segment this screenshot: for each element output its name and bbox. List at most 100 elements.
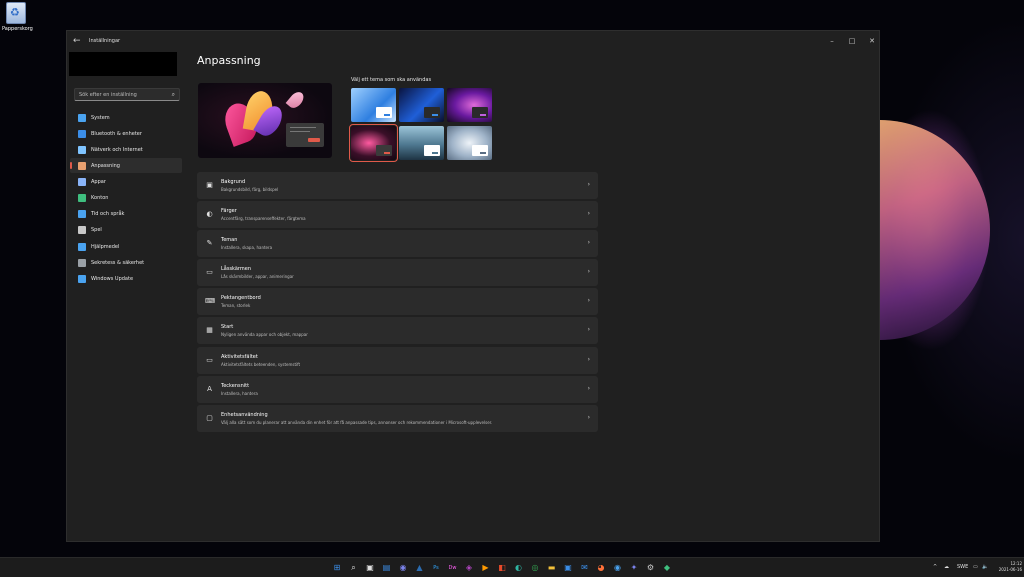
dreamweaver-icon[interactable]: Dw [448, 563, 458, 573]
chevron-right-icon: › [587, 326, 590, 334]
chevron-right-icon: › [587, 297, 590, 305]
office-icon[interactable]: ◧ [497, 563, 507, 573]
preview-dialog-line [290, 127, 316, 128]
back-arrow-icon[interactable]: ← [73, 36, 81, 46]
theme-mini-button [480, 152, 486, 154]
app-icon-3[interactable]: ▶ [481, 563, 491, 573]
app-icon-1[interactable]: ▲ [415, 563, 425, 573]
app-icon-5[interactable]: ◆ [662, 563, 672, 573]
wifi-icon [78, 145, 86, 154]
shield-icon [78, 258, 86, 267]
sidebar-item-sekretess-säkerhet[interactable]: Sekretess & säkerhet [70, 255, 182, 270]
chevron-right-icon: › [587, 239, 590, 247]
network-icon[interactable]: ▭ [973, 564, 978, 570]
sidebar-item-anpassning[interactable]: Anpassning [70, 158, 182, 174]
settings-row-title: Färger [221, 208, 237, 215]
photoshop-icon[interactable]: Ps [431, 563, 441, 573]
app-icon-2[interactable]: ◈ [464, 563, 474, 573]
globe-clock-icon [78, 210, 86, 219]
accessibility-icon [78, 242, 86, 251]
theme-preview [198, 83, 332, 158]
settings-row-bakgrund[interactable]: ▣ Bakgrund Bakgrundsbild, färg, bildspel › [197, 172, 598, 199]
account-icon [78, 194, 86, 203]
firefox-icon[interactable]: ◕ [596, 563, 606, 573]
volume-icon[interactable]: 🔈 [982, 564, 988, 570]
theme-windows-dark[interactable] [399, 88, 444, 122]
tray-chevron-icon[interactable]: ^ [933, 564, 937, 570]
theme-mini-button [432, 114, 438, 116]
sidebar-item-tid-och-språk[interactable]: Tid och språk [70, 207, 182, 222]
task-view-icon[interactable]: ▣ [365, 563, 375, 573]
settings-row-teckensnitt[interactable]: A Teckensnitt Installera, hantera › [197, 375, 598, 403]
chat-icon[interactable]: ◉ [398, 563, 408, 573]
desktop-recycle-bin[interactable]: Papperskorg [2, 2, 33, 32]
search-icon[interactable]: ⌕ [349, 563, 359, 573]
theme-mini-button [480, 114, 486, 116]
sidebar-item-hjälpmedel[interactable]: Hjälpmedel [70, 239, 182, 254]
settings-row-teman[interactable]: ✎ Teman Installera, skapa, hantera › [197, 230, 598, 258]
maximize-button[interactable]: □ [843, 35, 861, 47]
sidebar-item-label: Windows Update [91, 275, 134, 282]
clock[interactable]: 12:12 2021-06-16 [992, 561, 1022, 573]
sidebar-item-konton[interactable]: Konton [70, 191, 182, 206]
file-explorer-icon[interactable]: ▬ [547, 563, 557, 573]
taskbar: ⊞ ⌕ ▣ ▤ ◉ ▲ Ps Dw ◈ ▶ ◧ ◐ ◎ ▬ ▣ ✉ ◕ ◉ ✦ ⚙ ◆ ^ ☁ SWE ▭ 🔈 12:1… [0, 557, 1024, 577]
widgets-icon[interactable]: ▤ [382, 563, 392, 573]
sidebar-item-system[interactable]: System [70, 110, 182, 125]
language-indicator[interactable]: SWE [957, 564, 968, 570]
settings-row-pektangentbord[interactable]: ⌨ Pektangentbord Teman, storlek › [197, 288, 598, 316]
settings-row-title: Teckensnitt [221, 382, 250, 389]
settings-row-aktivitetsfältet[interactable]: ▭ Aktivitetsfältet Aktivitetsfältets betee… [197, 346, 598, 374]
theme-mini-button [432, 152, 438, 154]
start-icon[interactable]: ⊞ [332, 563, 342, 573]
search-icon[interactable]: ⌕ [172, 91, 175, 99]
sidebar-item-label: Bluetooth & enheter [91, 130, 142, 137]
settings-icon[interactable]: ⚙ [646, 563, 656, 573]
theme-mini-window [424, 107, 440, 118]
sidebar-item-label: System [91, 114, 110, 121]
settings-row-låsskärmen[interactable]: ▭ Låsskärmen Lås skärmbilder, appar, anime… [197, 259, 598, 287]
recycle-bin-label: Papperskorg [2, 26, 33, 32]
settings-row-title: Enhetsanvändning [221, 411, 268, 418]
minimize-button[interactable]: – [823, 35, 841, 47]
search-box[interactable]: ⌕ [74, 88, 180, 101]
close-button[interactable]: ✕ [863, 35, 881, 47]
font-icon: A [207, 384, 212, 393]
user-profile-block[interactable] [69, 52, 177, 76]
teams-icon[interactable]: ✦ [629, 563, 639, 573]
sidebar-item-appar[interactable]: Appar [70, 175, 182, 190]
title-bar[interactable]: ← Inställningar – □ ✕ [67, 31, 879, 53]
search-input[interactable] [79, 91, 167, 99]
theme-mini-window [376, 107, 392, 118]
store-icon[interactable]: ▣ [563, 563, 573, 573]
monitor-icon [78, 113, 86, 122]
theme-sunrise[interactable] [399, 126, 444, 160]
preview-dialog [286, 123, 324, 147]
chrome-icon[interactable]: ◎ [530, 563, 540, 573]
theme-captured-motion[interactable] [349, 124, 398, 162]
sidebar-item-label: Sekretess & säkerhet [91, 259, 145, 266]
weather-icon[interactable]: ☁ [944, 564, 949, 570]
device-usage-icon: ▢ [206, 413, 213, 422]
settings-row-subtitle: Aktivitetsfältets beteenden, systemstift [221, 361, 301, 367]
theme-flow[interactable] [447, 126, 492, 160]
settings-row-subtitle: Välj alla sätt som du planerar att använ… [221, 419, 493, 425]
theme-mini-button [384, 152, 390, 154]
settings-row-title: Pektangentbord [221, 295, 261, 302]
settings-row-title: Teman [221, 237, 238, 244]
edge-icon[interactable]: ◐ [514, 563, 524, 573]
sidebar-item-label: Spel [91, 227, 102, 234]
sidebar-item-spel[interactable]: Spel [70, 223, 182, 238]
settings-list: ▣ Bakgrund Bakgrundsbild, färg, bildspel › ◐… [197, 172, 598, 434]
settings-row-start[interactable]: ▦ Start Nyligen använda appar och objekt, … [197, 317, 598, 345]
mail-icon[interactable]: ✉ [580, 563, 590, 573]
sidebar-item-windows-update[interactable]: Windows Update [70, 271, 182, 286]
theme-glow[interactable] [447, 88, 492, 122]
theme-windows-light[interactable] [351, 88, 396, 122]
sidebar-item-bluetooth-enheter[interactable]: Bluetooth & enheter [70, 126, 182, 141]
settings-row-enhetsanvändning[interactable]: ▢ Enhetsanvändning Välj alla sätt som du p… [197, 404, 598, 432]
settings-row-title: Aktivitetsfältet [221, 353, 258, 360]
app-icon-4[interactable]: ◉ [613, 563, 623, 573]
sidebar-item-nätverk-och-internet[interactable]: Nätverk och Internet [70, 142, 182, 157]
settings-row-färger[interactable]: ◐ Färger Accentfärg, transparenseffekter, … [197, 201, 598, 229]
